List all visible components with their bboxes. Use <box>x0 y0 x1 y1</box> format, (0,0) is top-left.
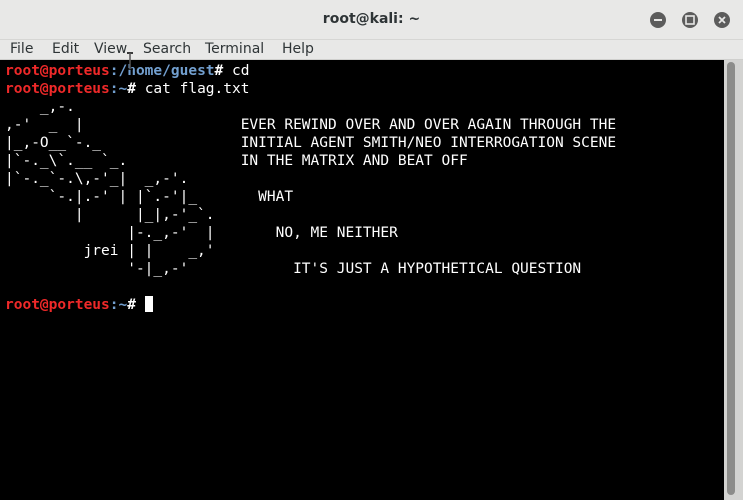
menu-help[interactable]: Help <box>282 40 314 58</box>
command-text: cat flag.txt <box>144 81 250 97</box>
active-prompt-line[interactable]: root@porteus:~# <box>5 296 153 314</box>
menu-edit[interactable]: Edit <box>52 40 79 58</box>
maximize-button[interactable] <box>682 12 698 28</box>
vertical-scrollbar[interactable] <box>724 60 743 500</box>
command-line-2: root@porteus:~# cat flag.txt <box>5 80 249 98</box>
prompt-user: root@porteus <box>5 297 110 313</box>
menu-file[interactable]: File <box>10 40 33 58</box>
prompt-user: root@porteus <box>5 63 110 79</box>
prompt-symbol: # <box>127 297 145 313</box>
close-button[interactable] <box>714 12 730 28</box>
terminal-window: root@kali: ~ File Edit View Search Termi… <box>0 0 743 500</box>
scrollbar-thumb[interactable] <box>727 62 735 495</box>
maximize-icon <box>685 15 695 25</box>
prompt-symbol: # <box>127 81 145 97</box>
menu-search[interactable]: Search <box>143 40 191 58</box>
prompt-user: root@porteus <box>5 81 110 97</box>
text-cursor <box>144 296 153 312</box>
menu-terminal[interactable]: Terminal <box>205 40 264 58</box>
window-title: root@kali: ~ <box>322 11 421 27</box>
close-icon <box>718 16 726 24</box>
command-text: cd <box>232 63 250 79</box>
menu-bar: File Edit View Search Terminal Help <box>0 40 743 60</box>
title-bar[interactable]: root@kali: ~ <box>0 0 743 40</box>
flag-file-output: _,-. ,-' _ | EVER REWIND OVER AND OVER A… <box>5 99 617 277</box>
text-cursor-icon <box>127 52 133 70</box>
prompt-path: :~ <box>109 81 128 97</box>
minimize-button[interactable] <box>650 12 666 28</box>
menu-view[interactable]: View <box>94 40 127 58</box>
minimize-icon <box>654 19 662 21</box>
prompt-symbol: # <box>214 63 232 79</box>
terminal-output[interactable]: root@porteus:/home/guest# cd root@porteu… <box>0 60 724 500</box>
prompt-path: :~ <box>109 297 128 313</box>
